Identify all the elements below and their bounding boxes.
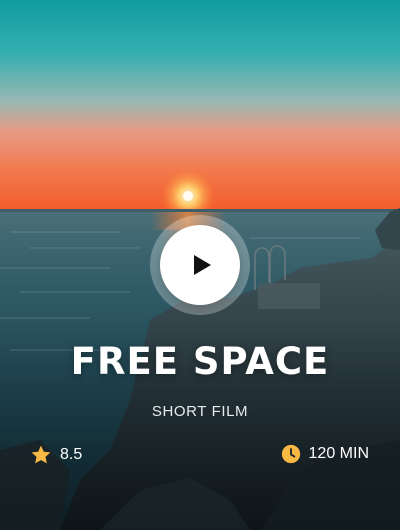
duration-value: 120 MIN (308, 445, 369, 462)
movie-title: FREE SPACE (70, 340, 330, 383)
star-icon (31, 445, 51, 464)
rating-value: 8.5 (60, 446, 83, 463)
play-button-inner[interactable] (160, 225, 240, 305)
movie-card[interactable]: FREE SPACE SHORT FILM 8.5 120 MIN (0, 0, 400, 530)
play-button[interactable] (150, 215, 250, 315)
duration: 120 MIN (281, 444, 369, 464)
movie-category: SHORT FILM (151, 403, 249, 420)
clock-icon (281, 444, 300, 464)
rating: 8.5 (30, 444, 82, 466)
play-icon (194, 255, 211, 275)
